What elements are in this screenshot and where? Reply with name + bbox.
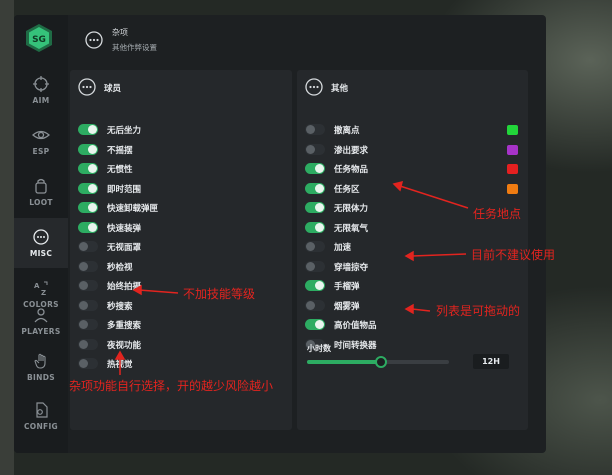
annotation-no-skill-level: 不加技能等级 [183,287,256,301]
annotation-misc-note: 杂项功能自行选择，开的越少风险越小 [69,379,274,393]
annotation-not-recommended: 目前不建议使用 [471,248,556,262]
annotation-task-location: 任务地点 [473,207,522,221]
annotation-draggable-list: 列表是可拖动的 [436,304,521,318]
annotation-arrows [114,180,469,375]
